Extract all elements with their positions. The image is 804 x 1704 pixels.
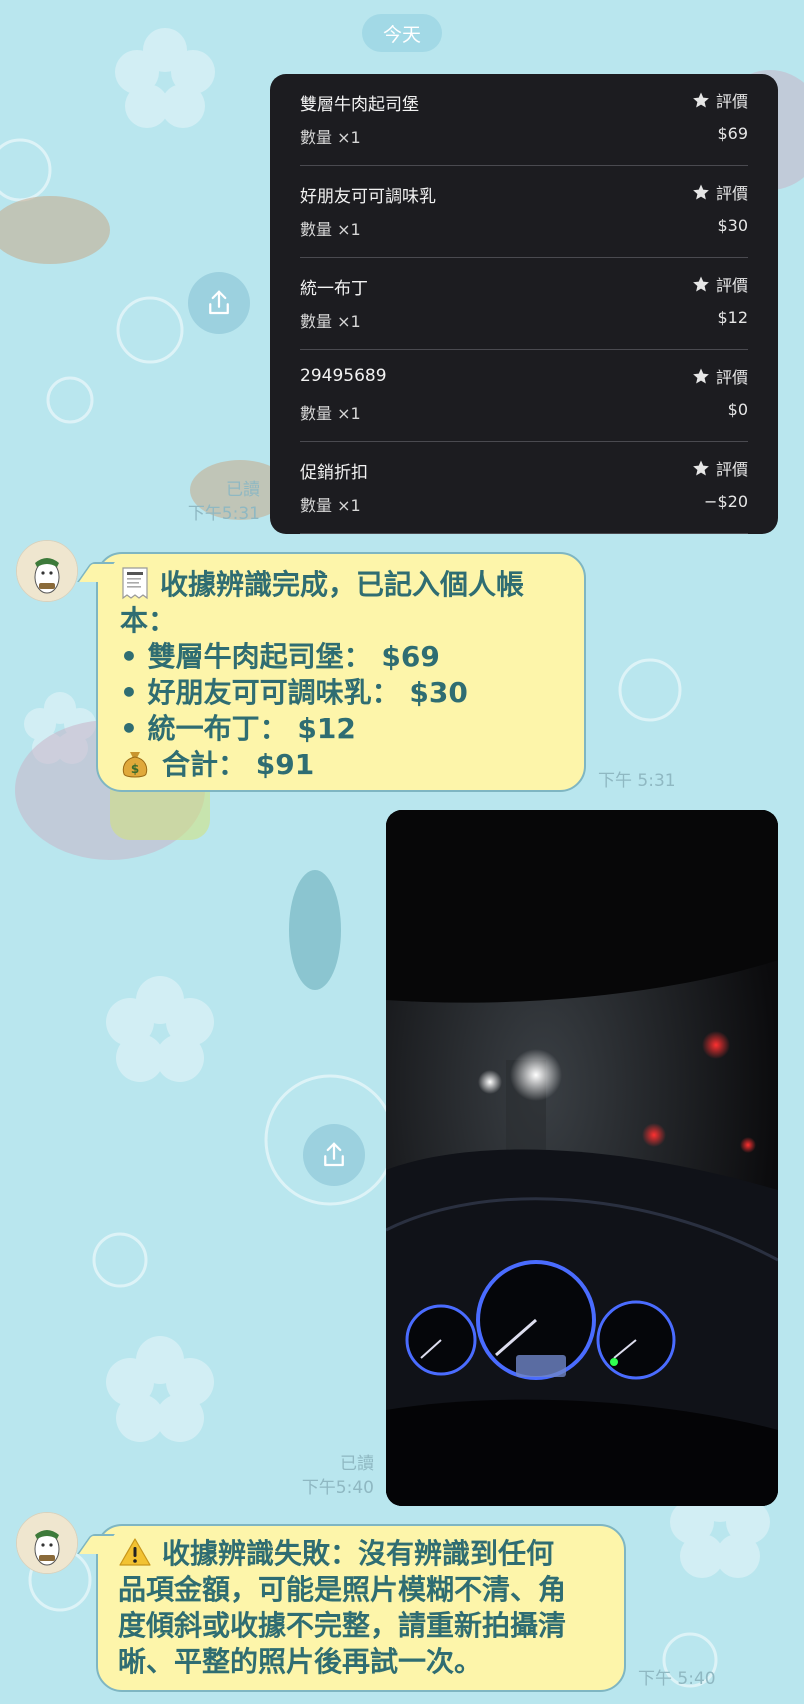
warning-icon	[118, 1537, 152, 1567]
receipt-item[interactable]: 雙層牛肉起司堡 評價 數量 ×1 $69	[300, 74, 748, 166]
date-separator: 今天	[362, 14, 442, 52]
rate-label: 評價	[715, 92, 748, 111]
message-time: 下午5:31	[187, 504, 260, 524]
message-line: 收據辨識完成，已記入個人帳	[120, 566, 562, 603]
item-price: −$20	[704, 492, 748, 511]
rate-button[interactable]: 評價	[692, 364, 748, 388]
message-line: 度傾斜或收據不完整，請重新拍攝清	[118, 1609, 567, 1642]
message-time: 下午 5:40	[638, 1669, 716, 1689]
item-quantity: 數量 ×1	[300, 404, 361, 423]
message-time: 下午 5:31	[598, 771, 676, 791]
rate-button[interactable]: 評價	[692, 272, 748, 296]
share-button[interactable]	[188, 272, 250, 334]
night-dashboard-photo	[386, 810, 778, 1506]
item-name: 統一布丁	[300, 279, 368, 299]
message-line: 收據辨識失敗：沒有辨識到任何	[118, 1536, 604, 1572]
item-price: $0	[727, 400, 748, 419]
bot-message-bubble[interactable]: 收據辨識完成，已記入個人帳 本： • 雙層牛肉起司堡： $69 • 好朋友可可調…	[76, 552, 586, 792]
bot-message-bubble[interactable]: 收據辨識失敗：沒有辨識到任何 品項金額，可能是照片模糊不清、角 度傾斜或收據不完…	[76, 1524, 626, 1692]
item-quantity: 數量 ×1	[300, 220, 361, 239]
bot-avatar[interactable]	[16, 1512, 78, 1574]
message-line: 品項金額，可能是照片模糊不清、角	[118, 1573, 567, 1606]
star-icon	[693, 92, 709, 108]
rate-label: 評價	[715, 276, 748, 295]
message-line: 本：	[120, 604, 177, 637]
receipt-item[interactable]: 29495689 評價 數量 ×1 $0	[300, 350, 748, 442]
item-quantity: 數量 ×1	[300, 128, 361, 147]
item-price: $30	[717, 216, 748, 235]
photo-message[interactable]	[386, 810, 778, 1506]
bot-avatar[interactable]	[16, 540, 78, 602]
item-quantity: 數量 ×1	[300, 496, 361, 515]
item-quantity: 數量 ×1	[300, 312, 361, 331]
item-name: 好朋友可可調味乳	[300, 187, 436, 207]
message-line: 晰、平整的照片後再試一次。	[118, 1645, 483, 1678]
read-label: 已讀	[226, 480, 260, 500]
star-icon	[693, 460, 709, 476]
receipt-item[interactable]: 促銷折扣 評價 數量 ×1 −$20	[300, 442, 748, 534]
star-icon	[693, 184, 709, 200]
share-icon	[324, 1142, 344, 1167]
rate-label: 評價	[715, 184, 748, 203]
money-bag-icon: $	[120, 748, 150, 780]
star-icon	[693, 276, 709, 292]
receipt-emoji-icon	[120, 566, 150, 600]
star-icon	[693, 368, 709, 384]
avatar-image	[17, 1513, 77, 1573]
message-line: • 雙層牛肉起司堡： $69	[120, 640, 440, 673]
item-price: $69	[717, 124, 748, 143]
message-line: • 好朋友可可調味乳： $30	[120, 676, 468, 709]
item-name: 雙層牛肉起司堡	[300, 95, 419, 115]
receipt-item[interactable]: 好朋友可可調味乳 評價 數量 ×1 $30	[300, 166, 748, 258]
item-name: 29495689	[300, 366, 387, 386]
message-line: $ 合計： $91	[120, 747, 562, 783]
read-label: 已讀	[340, 1454, 374, 1474]
item-price: $12	[717, 308, 748, 327]
rate-button[interactable]: 評價	[692, 456, 748, 480]
message-line: • 統一布丁： $12	[120, 712, 356, 745]
rate-button[interactable]: 評價	[692, 88, 748, 112]
receipt-card[interactable]: 雙層牛肉起司堡 評價 數量 ×1 $69 好朋友可可調味乳 評價 數量 ×1 $…	[270, 74, 778, 534]
message-time: 下午5:40	[301, 1478, 374, 1498]
rate-label: 評價	[715, 460, 748, 479]
share-icon	[209, 290, 229, 315]
bubble-tail	[76, 562, 116, 582]
bubble-tail	[76, 1534, 116, 1554]
receipt-item[interactable]: 統一布丁 評價 數量 ×1 $12	[300, 258, 748, 350]
read-receipt: 已讀 下午5:40	[302, 1452, 374, 1500]
rate-button[interactable]: 評價	[692, 180, 748, 204]
svg-text:$: $	[131, 762, 139, 776]
divider	[300, 533, 748, 534]
item-name: 促銷折扣	[300, 463, 368, 483]
avatar-image	[17, 541, 77, 601]
share-button[interactable]	[303, 1124, 365, 1186]
rate-label: 評價	[715, 368, 748, 387]
read-receipt: 已讀 下午5:31	[188, 478, 260, 526]
